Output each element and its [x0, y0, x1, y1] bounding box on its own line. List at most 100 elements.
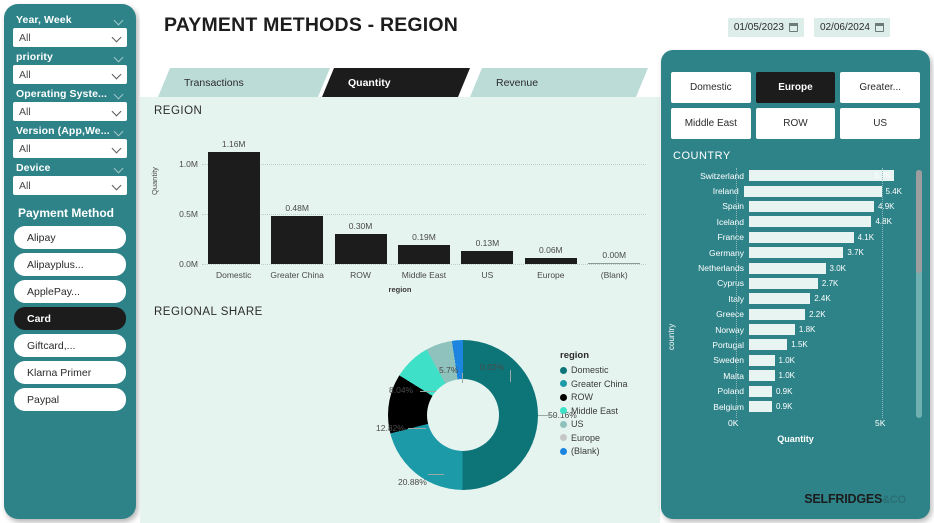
region-filter-button[interactable]: Domestic [671, 72, 751, 103]
legend-item[interactable]: Middle East [560, 406, 628, 416]
bar-chart-column[interactable]: 0.00M [585, 139, 643, 264]
bar-chart-x-labels: Domestic Greater China ROW Middle East US Eur… [202, 270, 646, 280]
legend-item[interactable]: US [560, 419, 628, 429]
region-filter-button[interactable]: US [840, 108, 920, 139]
legend-item[interactable]: Greater China [560, 379, 628, 389]
region-filter-button[interactable]: Middle East [671, 108, 751, 139]
date-from-picker[interactable]: 01/05/2023 [727, 18, 804, 37]
country-row[interactable]: France 4.1K [679, 230, 902, 245]
region-filter-button[interactable]: Europe [755, 72, 836, 103]
country-bar[interactable] [749, 216, 872, 228]
bar-chart-y-tick: 0.0M [179, 259, 198, 269]
country-bar[interactable] [749, 293, 811, 305]
country-row[interactable]: Iceland 4.8K [679, 214, 902, 229]
country-row[interactable]: Portugal 1.5K [679, 337, 902, 352]
country-bar[interactable] [749, 277, 818, 289]
tab-transactions[interactable]: Transactions [158, 68, 330, 97]
bar[interactable] [334, 234, 387, 264]
bar-chart-column[interactable]: 0.19M [395, 139, 453, 264]
country-bar[interactable] [749, 324, 795, 336]
country-chart-y-axis-title: country [667, 323, 676, 350]
payment-method-item[interactable]: Card [14, 307, 126, 330]
country-bar[interactable] [749, 401, 772, 413]
country-bar-value: 0.9K [775, 386, 793, 396]
payment-method-item[interactable]: ApplePay... [14, 280, 126, 303]
country-bar-value: 2.7K [821, 278, 839, 288]
legend-item[interactable]: ROW [560, 392, 628, 402]
donut-chart[interactable] [388, 340, 538, 490]
country-bar[interactable] [749, 262, 826, 274]
legend-item[interactable]: (Blank) [560, 446, 628, 456]
country-bar[interactable] [749, 308, 806, 320]
country-row[interactable]: Switzerland 5.7K [679, 168, 902, 183]
country-row[interactable]: Norway 1.8K [679, 322, 902, 337]
bar-chart-column[interactable]: 0.48M [268, 139, 326, 264]
scrollbar-thumb[interactable] [916, 170, 922, 273]
payment-method-item[interactable]: Alipay [14, 226, 126, 249]
country-bar[interactable] [749, 200, 875, 212]
payment-method-item[interactable]: Klarna Primer [14, 361, 126, 384]
country-bar-wrap: 3.0K [749, 262, 902, 274]
country-row[interactable]: Germany 3.7K [679, 245, 902, 260]
payment-method-item[interactable]: Paypal [14, 388, 126, 411]
country-bar[interactable] [749, 339, 788, 351]
filter-value: All [19, 105, 31, 118]
country-row[interactable]: Greece 2.2K [679, 307, 902, 322]
country-name: Germany [709, 247, 744, 258]
payment-method-item[interactable]: Alipayplus... [14, 253, 126, 276]
bar[interactable] [461, 251, 514, 264]
left-sidebar: Year, Week All priority All Operating Syste.… [4, 4, 136, 519]
filter-dropdown[interactable]: All [13, 176, 127, 195]
tab-label: Quantity [348, 76, 391, 89]
country-bar-wrap: 1.8K [749, 324, 902, 336]
country-bar[interactable] [749, 247, 844, 259]
country-row[interactable]: Italy 2.4K [679, 291, 902, 306]
tab-quantity[interactable]: Quantity [322, 68, 470, 97]
bar-chart-column[interactable]: 0.06M [522, 139, 580, 264]
country-row[interactable]: Spain 4.9K [679, 199, 902, 214]
region-filter-button[interactable]: Greater... [840, 72, 920, 103]
country-name: Cyprus [717, 278, 744, 289]
chevron-down-icon [113, 107, 122, 116]
bar[interactable] [524, 258, 577, 264]
country-row[interactable]: Cyprus 2.7K [679, 276, 902, 291]
filter-dropdown[interactable]: All [13, 139, 127, 158]
country-bar[interactable] [743, 185, 882, 197]
legend-item[interactable]: Domestic [560, 365, 628, 375]
bar-chart-column[interactable]: 1.16M [205, 139, 263, 264]
country-bar[interactable] [749, 170, 895, 182]
filter-dropdown[interactable]: All [13, 28, 127, 47]
payment-method-item[interactable]: Giftcard,... [14, 334, 126, 357]
bar[interactable] [207, 152, 260, 264]
bar-chart-column[interactable]: 0.13M [458, 139, 516, 264]
country-bar[interactable] [749, 385, 772, 397]
country-row[interactable]: Belgium 0.9K [679, 399, 902, 414]
filter-dropdown[interactable]: All [13, 102, 127, 121]
country-row[interactable]: Netherlands 3.0K [679, 260, 902, 275]
date-to-value: 02/06/2024 [819, 22, 870, 33]
bar[interactable] [397, 245, 450, 264]
country-bar-wrap: 2.2K [749, 308, 902, 320]
country-row[interactable]: Ireland 5.4K [679, 183, 902, 198]
bar-chart-x-tick: Europe [537, 270, 565, 280]
bar[interactable] [271, 216, 324, 264]
legend-item-label: US [571, 419, 584, 429]
bar-chart-column[interactable]: 0.30M [332, 139, 390, 264]
country-row[interactable]: Sweden 1.0K [679, 353, 902, 368]
legend-item[interactable]: Europe [560, 433, 628, 443]
country-row[interactable]: Poland 0.9K [679, 383, 902, 398]
country-scrollbar[interactable] [916, 170, 922, 418]
filter-value: All [19, 68, 31, 81]
tab-revenue[interactable]: Revenue [470, 68, 648, 97]
country-bar[interactable] [749, 354, 775, 366]
country-row[interactable]: Malta 1.0K [679, 368, 902, 383]
country-x-tick: 5K [875, 418, 886, 428]
region-filter-button[interactable]: ROW [755, 108, 836, 139]
bar[interactable] [588, 262, 641, 264]
filter-dropdown[interactable]: All [13, 65, 127, 84]
date-to-picker[interactable]: 02/06/2024 [813, 18, 890, 37]
country-bar[interactable] [749, 370, 775, 382]
country-bar[interactable] [749, 231, 854, 243]
country-bar-wrap: 3.7K [749, 247, 902, 259]
chevron-down-icon [115, 16, 124, 25]
